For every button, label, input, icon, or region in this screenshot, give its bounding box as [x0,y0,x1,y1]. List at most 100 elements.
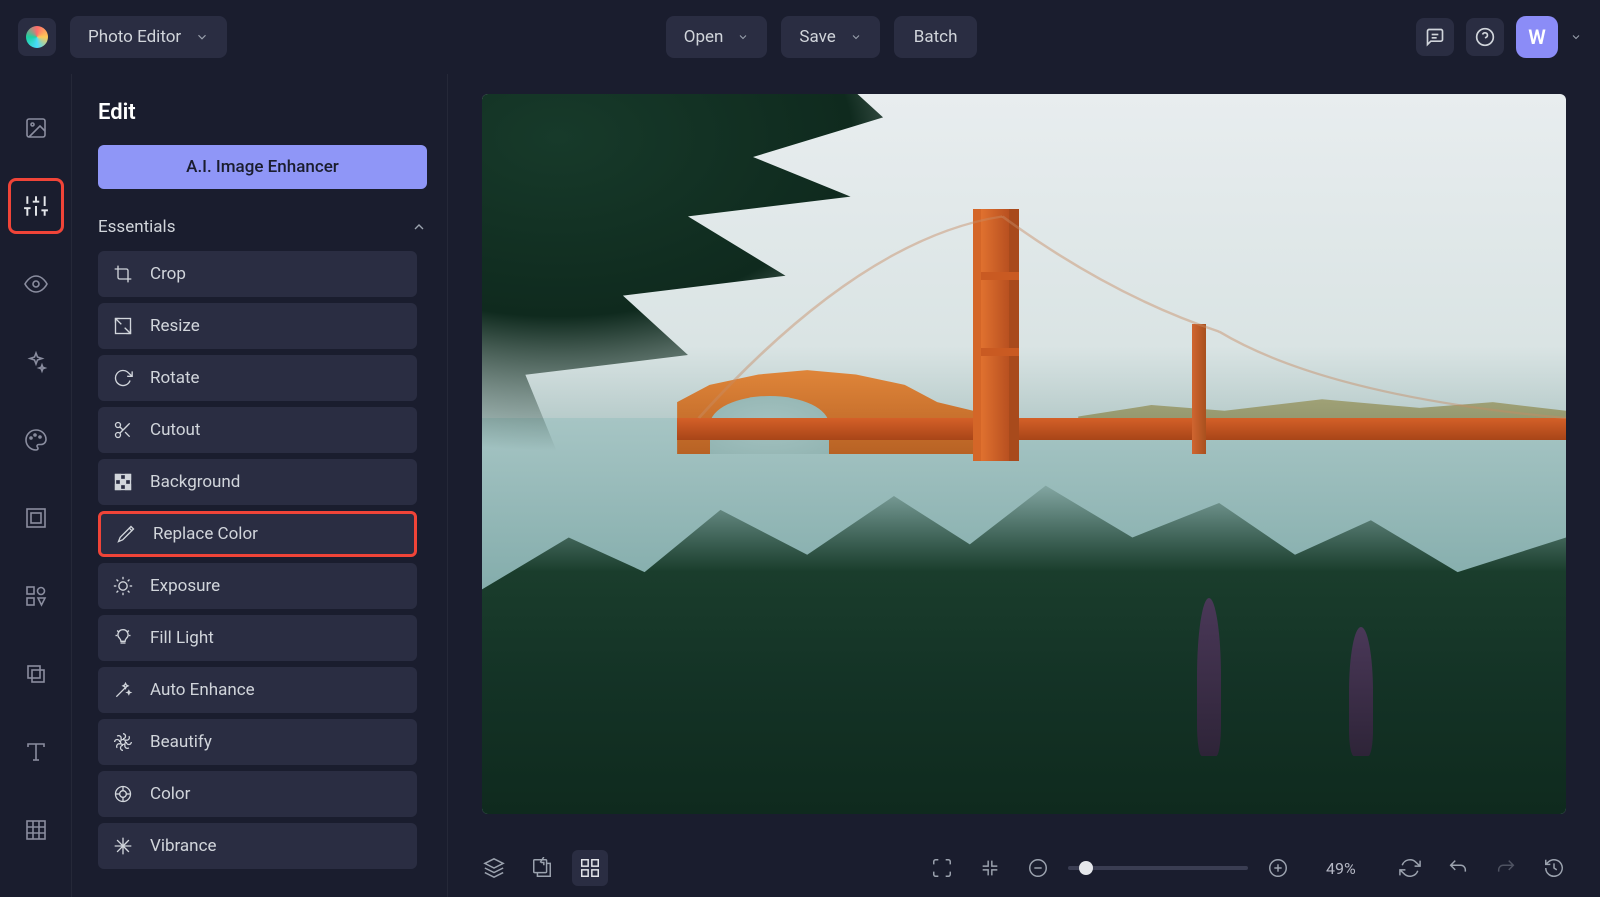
tool-color[interactable]: Color [98,771,417,817]
compare-button[interactable] [1392,850,1428,886]
elements-tab[interactable] [8,568,64,624]
open-dropdown[interactable]: Open [666,16,768,58]
chevron-down-icon [737,31,749,43]
canvas-viewport[interactable] [448,74,1600,839]
tool-exposure[interactable]: Exposure [98,563,417,609]
fullscreen-button[interactable] [924,850,960,886]
wand-icon [112,680,134,700]
image-tab[interactable] [8,100,64,156]
tool-label: Rotate [150,368,200,388]
text-tab[interactable] [8,724,64,780]
overlay-tab[interactable] [8,646,64,702]
tool-label: Crop [150,264,186,284]
grid-icon [579,857,601,879]
mode-dropdown[interactable]: Photo Editor [70,16,227,58]
avatar-letter: W [1528,25,1546,49]
texture-icon [24,818,48,842]
zoom-in-button[interactable] [1260,850,1296,886]
tool-crop[interactable]: Crop [98,251,417,297]
zoom-out-button[interactable] [1020,850,1056,886]
undo-button[interactable] [1440,850,1476,886]
edit-panel: Edit A.I. Image Enhancer Essentials Crop… [72,74,448,897]
help-icon [1475,27,1495,47]
effects-tab[interactable] [8,334,64,390]
frame-tab[interactable] [8,490,64,546]
user-avatar[interactable]: W [1516,16,1558,58]
tool-auto-enhance[interactable]: Auto Enhance [98,667,417,713]
background-icon [112,472,134,492]
minimize-icon [979,857,1001,879]
text-icon [24,740,48,764]
export-icon [531,857,553,879]
exposure-icon [112,576,134,596]
help-button[interactable] [1466,18,1504,56]
image-icon [24,116,48,140]
zoom-percentage: 49% [1326,859,1356,878]
batch-label: Batch [914,27,958,47]
bulb-icon [112,628,134,648]
layers-button[interactable] [476,850,512,886]
layers-icon [483,857,505,879]
flower-icon [112,732,134,752]
texture-tab[interactable] [8,802,64,858]
export-button[interactable] [524,850,560,886]
redo-icon [1495,857,1517,879]
maximize-icon [931,857,953,879]
ai-enhancer-button[interactable]: A.I. Image Enhancer [98,145,427,189]
shapes-icon [24,584,48,608]
palette-icon [24,428,48,452]
cutout-icon [112,420,134,440]
batch-button[interactable]: Batch [894,16,978,58]
adjust-tab[interactable] [8,178,64,234]
tool-replace-color[interactable]: Replace Color [98,511,417,557]
fit-screen-button[interactable] [972,850,1008,886]
tool-cutout[interactable]: Cutout [98,407,417,453]
tool-background[interactable]: Background [98,459,417,505]
tool-beautify[interactable]: Beautify [98,719,417,765]
tool-label: Fill Light [150,628,214,648]
tool-rotate[interactable]: Rotate [98,355,417,401]
account-dropdown-icon[interactable] [1570,31,1582,43]
tool-label: Background [150,472,240,492]
zoom-out-icon [1027,857,1049,879]
essentials-header[interactable]: Essentials [98,217,427,237]
save-dropdown[interactable]: Save [781,16,879,58]
zoom-slider-thumb[interactable] [1079,861,1093,875]
tool-label: Replace Color [153,524,258,544]
tool-rail [0,74,72,897]
crop-icon [112,264,134,284]
grid-view-button[interactable] [572,850,608,886]
tool-label: Color [150,784,190,804]
redo-button[interactable] [1488,850,1524,886]
comment-icon [1425,27,1445,47]
chevron-up-icon [411,219,427,235]
chevron-down-icon [850,31,862,43]
canvas-area: 49% [448,74,1600,897]
tool-fill-light[interactable]: Fill Light [98,615,417,661]
view-tab[interactable] [8,256,64,312]
tool-label: Beautify [150,732,212,752]
undo-icon [1447,857,1469,879]
image-canvas[interactable] [482,94,1566,814]
tool-label: Resize [150,316,200,336]
rotate-icon [112,368,134,388]
overlay-icon [24,662,48,686]
tool-vibrance[interactable]: Vibrance [98,823,417,869]
essentials-title: Essentials [98,217,175,237]
chevron-down-icon [195,30,209,44]
sliders-icon [23,193,49,219]
zoom-in-icon [1267,857,1289,879]
history-button[interactable] [1536,850,1572,886]
zoom-slider[interactable] [1068,866,1248,870]
color-wheel-icon [112,784,134,804]
comments-button[interactable] [1416,18,1454,56]
tool-resize[interactable]: Resize [98,303,417,349]
mode-label: Photo Editor [88,27,181,47]
tool-label: Vibrance [150,836,216,856]
tool-list: Crop Resize Rotate Cutout Background Rep… [98,251,427,869]
panel-title: Edit [98,100,427,125]
art-tab[interactable] [8,412,64,468]
app-logo[interactable] [18,18,56,56]
frame-icon [24,506,48,530]
bottom-toolbar: 49% [448,839,1600,897]
